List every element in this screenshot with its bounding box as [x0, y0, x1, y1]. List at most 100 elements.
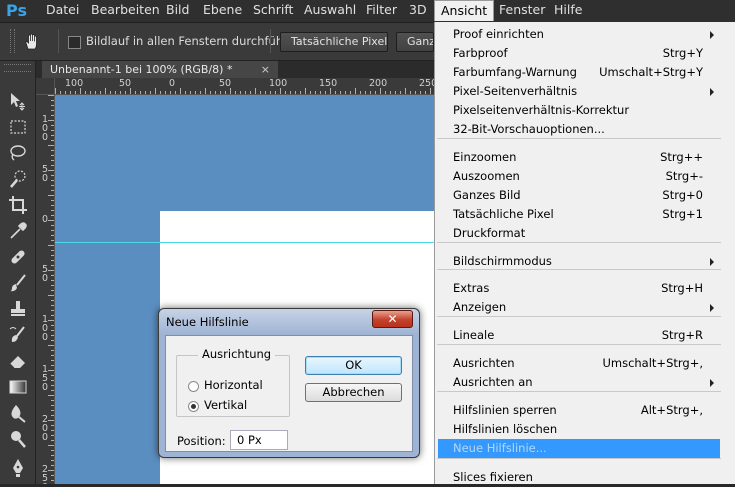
ruler-tick [240, 91, 241, 94]
ruler-tick [310, 91, 311, 94]
menu-item-clear-guides[interactable]: Hilfslinien löschen [435, 420, 735, 439]
dialog-titlebar[interactable]: Neue Hilfslinie ✕ [159, 309, 419, 335]
menu-ansicht[interactable]: Ansicht [434, 0, 495, 21]
vertical-radio-label[interactable]: Vertikal [204, 398, 247, 412]
menu-bearbeiten[interactable]: Bearbeiten [91, 0, 160, 22]
menu-item-zoom-in[interactable]: Einzoomen Strg++ [435, 148, 735, 167]
menu-item-extras[interactable]: Extras Strg+H [435, 279, 735, 298]
dialog-close-button[interactable]: ✕ [372, 310, 413, 328]
menu-item-snap[interactable]: Ausrichten Umschalt+Strg+, [435, 354, 735, 373]
menu-item-shortcut: Strg+1 [662, 207, 703, 221]
ruler-tick [51, 205, 54, 206]
menu-ebene[interactable]: Ebene [203, 0, 242, 22]
ruler-tick [320, 91, 321, 94]
menu-datei[interactable]: Datei [46, 0, 79, 22]
options-separator [58, 29, 59, 53]
horizontal-radio[interactable] [188, 381, 199, 392]
cancel-button[interactable]: Abbrechen [305, 383, 402, 402]
ruler-tick [51, 430, 54, 431]
vertical-ruler[interactable]: 10050050100150200250 [36, 95, 55, 484]
menu-bild[interactable]: Bild [166, 0, 189, 22]
clone-stamp-tool-icon[interactable] [7, 298, 29, 320]
menu-item-fit-on-screen[interactable]: Ganzes Bild Strg+0 [435, 186, 735, 205]
menu-item-32bit-preview-options[interactable]: 32-Bit-Vorschauoptionen... [435, 120, 735, 139]
healing-brush-tool-icon[interactable] [7, 246, 29, 268]
ruler-tick [51, 155, 54, 156]
menu-item-proof-setup[interactable]: Proof einrichten [435, 25, 735, 44]
menu-3d[interactable]: 3D [409, 0, 427, 22]
ruler-tick [51, 340, 54, 341]
menu-item-pixel-aspect-ratio[interactable]: Pixel-Seitenverhältnis [435, 82, 735, 101]
menu-item-rulers[interactable]: Lineale Strg+R [435, 326, 735, 345]
menu-filter[interactable]: Filter [366, 0, 397, 22]
lasso-tool-icon[interactable] [7, 142, 29, 164]
actual-pixels-button[interactable]: Tatsächliche Pixel [280, 32, 388, 52]
ruler-tick [51, 135, 54, 136]
history-brush-tool-icon[interactable] [7, 324, 29, 346]
blur-tool-icon[interactable] [7, 402, 29, 424]
horizontal-guide[interactable] [55, 242, 435, 243]
crop-tool-icon[interactable] [7, 194, 29, 216]
menu-item-zoom-out[interactable]: Auszoomen Strg+- [435, 167, 735, 186]
menu-item-print-size[interactable]: Druckformat [435, 224, 735, 243]
ok-button[interactable]: OK [305, 356, 402, 375]
document-tab-title: Unbenannt-1 bei 100% (RGB/8) * [50, 63, 233, 76]
close-document-icon[interactable]: × [261, 61, 270, 78]
ruler-tick [425, 91, 426, 94]
ruler-tick [285, 91, 286, 94]
ruler-tick [48, 270, 54, 271]
menu-item-proof-colors[interactable]: Farbproof Strg+Y [435, 44, 735, 63]
ruler-tick [51, 310, 54, 311]
ruler-tick [390, 91, 391, 94]
position-input[interactable]: 0 Px [230, 430, 288, 450]
ruler-tick [230, 88, 231, 94]
menu-item-gamut-warning[interactable]: Farbumfang-Warnung Umschalt+Strg+Y [435, 63, 735, 82]
horizontal-ruler[interactable]: 10050050100150200250300350 [55, 78, 435, 95]
ruler-tick [195, 91, 196, 94]
menu-hilfe[interactable]: Hilfe [554, 0, 582, 22]
eraser-tool-icon[interactable] [7, 350, 29, 372]
brush-tool-icon[interactable] [7, 272, 29, 294]
vertical-radio[interactable] [188, 401, 199, 412]
menu-item-label: Pixelseitenverhältnis-Korrektur [453, 103, 630, 117]
menu-schrift[interactable]: Schrift [253, 0, 293, 22]
gradient-tool-icon[interactable] [7, 376, 29, 398]
ruler-tick [380, 88, 381, 94]
ruler-tick [51, 175, 54, 176]
document-tab[interactable]: Unbenannt-1 bei 100% (RGB/8) * × [42, 61, 278, 78]
ruler-tick [51, 325, 54, 326]
menu-item-pixel-aspect-correction[interactable]: Pixelseitenverhältnis-Korrektur [435, 101, 735, 120]
menu-item-actual-pixels[interactable]: Tatsächliche Pixel Strg+1 [435, 205, 735, 224]
fit-screen-button[interactable]: Ganzes Bild [396, 32, 434, 52]
menu-fenster[interactable]: Fenster [499, 0, 545, 22]
ruler-tick [130, 88, 131, 94]
menu-item-show[interactable]: Anzeigen [435, 298, 735, 317]
ruler-tick [51, 315, 54, 316]
pen-tool-icon[interactable] [7, 456, 29, 478]
menu-item-snap-to[interactable]: Ausrichten an [435, 373, 735, 392]
horizontal-radio-label[interactable]: Horizontal [204, 378, 263, 392]
ruler-tick [51, 180, 54, 181]
dodge-tool-icon[interactable] [7, 428, 29, 450]
marquee-tool-icon[interactable] [7, 116, 29, 138]
ruler-tick [255, 88, 256, 94]
menu-item-label: Neue Hilfslinie... [453, 441, 547, 455]
eyedropper-tool-icon[interactable] [7, 220, 29, 242]
ruler-tick [51, 260, 54, 261]
ruler-tick [160, 91, 161, 94]
menu-item-new-guide[interactable]: Neue Hilfslinie... [438, 439, 720, 458]
ruler-tick-label: 250 [419, 78, 435, 89]
tools-panel-grip[interactable] [4, 64, 31, 72]
menu-item-lock-slices[interactable]: Slices fixieren [435, 468, 735, 487]
menu-item-lock-guides[interactable]: Hilfslinien sperren Alt+Strg+, [435, 401, 735, 420]
hand-tool-icon[interactable] [22, 32, 42, 52]
ruler-tick [48, 145, 54, 146]
scroll-all-windows-checkbox[interactable] [68, 36, 81, 49]
move-tool-icon[interactable] [7, 90, 29, 112]
quick-selection-tool-icon[interactable] [7, 168, 29, 190]
menu-auswahl[interactable]: Auswahl [304, 0, 356, 22]
ruler-tick-label: 150 [319, 78, 338, 89]
ruler-tick [350, 91, 351, 94]
ruler-origin[interactable] [36, 78, 55, 95]
ruler-tick [51, 335, 54, 336]
